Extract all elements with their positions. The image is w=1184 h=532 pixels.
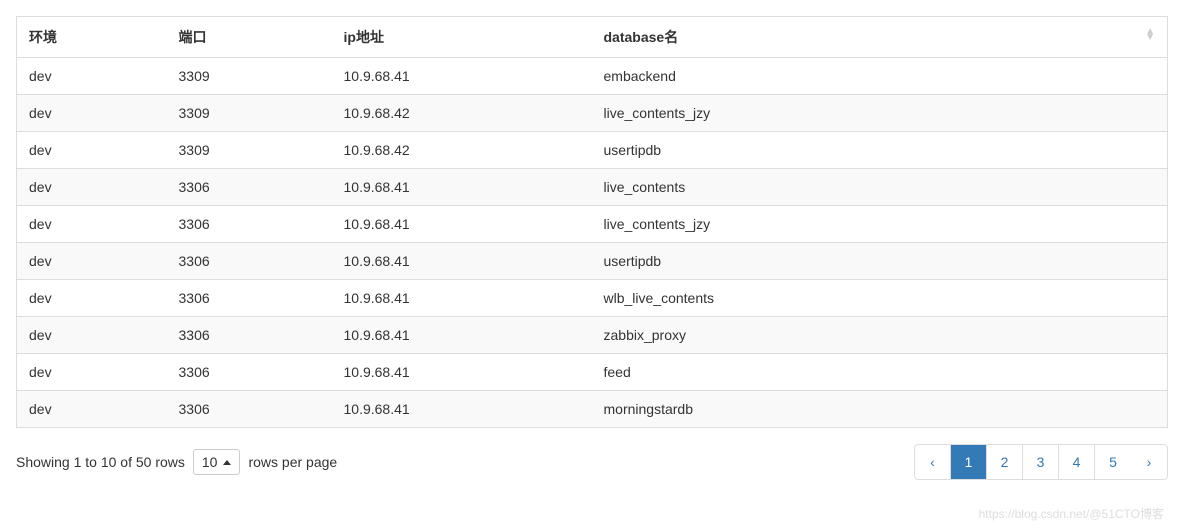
cell-db: usertipdb <box>592 132 1168 169</box>
rows-info: Showing 1 to 10 of 50 rows <box>16 454 185 470</box>
page-size-value: 10 <box>202 454 218 470</box>
col-header-database[interactable]: database名 ▲▼ <box>592 17 1168 58</box>
cell-port: 3306 <box>167 206 332 243</box>
col-header-port-label: 端口 <box>179 29 207 45</box>
cell-ip: 10.9.68.41 <box>332 354 592 391</box>
cell-port: 3306 <box>167 317 332 354</box>
watermark: https://blog.csdn.net/@51CTO博客 <box>979 505 1164 522</box>
cell-ip: 10.9.68.42 <box>332 95 592 132</box>
table-row[interactable]: dev330610.9.68.41feed <box>17 354 1168 391</box>
page-size-select[interactable]: 10 <box>193 449 241 475</box>
cell-db: embackend <box>592 58 1168 95</box>
table-row[interactable]: dev330610.9.68.41live_contents_jzy <box>17 206 1168 243</box>
cell-port: 3309 <box>167 58 332 95</box>
table-row[interactable]: dev330610.9.68.41morningstardb <box>17 391 1168 428</box>
next-page-button[interactable]: › <box>1131 445 1167 479</box>
cell-env: dev <box>17 169 167 206</box>
cell-port: 3306 <box>167 354 332 391</box>
page-button-5[interactable]: 5 <box>1095 445 1131 479</box>
cell-db: live_contents_jzy <box>592 95 1168 132</box>
table-row[interactable]: dev330610.9.68.41live_contents <box>17 169 1168 206</box>
cell-ip: 10.9.68.41 <box>332 391 592 428</box>
cell-db: live_contents <box>592 169 1168 206</box>
page-button-1[interactable]: 1 <box>951 445 987 479</box>
cell-ip: 10.9.68.41 <box>332 243 592 280</box>
caret-up-icon <box>223 460 231 465</box>
sort-icon: ▲▼ <box>1145 29 1155 41</box>
cell-env: dev <box>17 95 167 132</box>
col-header-port[interactable]: 端口 <box>167 17 332 58</box>
cell-db: wlb_live_contents <box>592 280 1168 317</box>
table-row[interactable]: dev330610.9.68.41wlb_live_contents <box>17 280 1168 317</box>
table-row[interactable]: dev330910.9.68.42usertipdb <box>17 132 1168 169</box>
cell-ip: 10.9.68.41 <box>332 280 592 317</box>
cell-db: usertipdb <box>592 243 1168 280</box>
cell-db: feed <box>592 354 1168 391</box>
cell-env: dev <box>17 354 167 391</box>
footer-left: Showing 1 to 10 of 50 rows 10 rows per p… <box>16 449 337 475</box>
cell-port: 3306 <box>167 391 332 428</box>
cell-db: zabbix_proxy <box>592 317 1168 354</box>
cell-env: dev <box>17 58 167 95</box>
table-row[interactable]: dev330610.9.68.41zabbix_proxy <box>17 317 1168 354</box>
page-button-3[interactable]: 3 <box>1023 445 1059 479</box>
data-table: 环境 端口 ip地址 database名 ▲▼ dev330910.9.68.4… <box>16 16 1168 428</box>
pagination: ‹ 12345 › <box>914 444 1168 480</box>
cell-db: live_contents_jzy <box>592 206 1168 243</box>
cell-env: dev <box>17 280 167 317</box>
cell-ip: 10.9.68.41 <box>332 317 592 354</box>
rows-per-page-label: rows per page <box>248 454 337 470</box>
cell-port: 3309 <box>167 95 332 132</box>
prev-page-button[interactable]: ‹ <box>915 445 951 479</box>
table-header-row: 环境 端口 ip地址 database名 ▲▼ <box>17 17 1168 58</box>
cell-env: dev <box>17 391 167 428</box>
table-row[interactable]: dev330910.9.68.41embackend <box>17 58 1168 95</box>
page-button-4[interactable]: 4 <box>1059 445 1095 479</box>
table-footer: Showing 1 to 10 of 50 rows 10 rows per p… <box>16 440 1168 480</box>
cell-ip: 10.9.68.42 <box>332 132 592 169</box>
cell-env: dev <box>17 243 167 280</box>
col-header-ip-label: ip地址 <box>344 29 384 45</box>
cell-env: dev <box>17 132 167 169</box>
cell-env: dev <box>17 317 167 354</box>
col-header-ip[interactable]: ip地址 <box>332 17 592 58</box>
cell-ip: 10.9.68.41 <box>332 206 592 243</box>
table-row[interactable]: dev330610.9.68.41usertipdb <box>17 243 1168 280</box>
cell-ip: 10.9.68.41 <box>332 169 592 206</box>
col-header-env[interactable]: 环境 <box>17 17 167 58</box>
cell-port: 3306 <box>167 243 332 280</box>
page-button-2[interactable]: 2 <box>987 445 1023 479</box>
cell-ip: 10.9.68.41 <box>332 58 592 95</box>
cell-port: 3306 <box>167 169 332 206</box>
cell-db: morningstardb <box>592 391 1168 428</box>
table-row[interactable]: dev330910.9.68.42live_contents_jzy <box>17 95 1168 132</box>
cell-port: 3309 <box>167 132 332 169</box>
cell-port: 3306 <box>167 280 332 317</box>
cell-env: dev <box>17 206 167 243</box>
col-header-env-label: 环境 <box>29 29 57 45</box>
col-header-database-label: database名 <box>604 29 679 45</box>
